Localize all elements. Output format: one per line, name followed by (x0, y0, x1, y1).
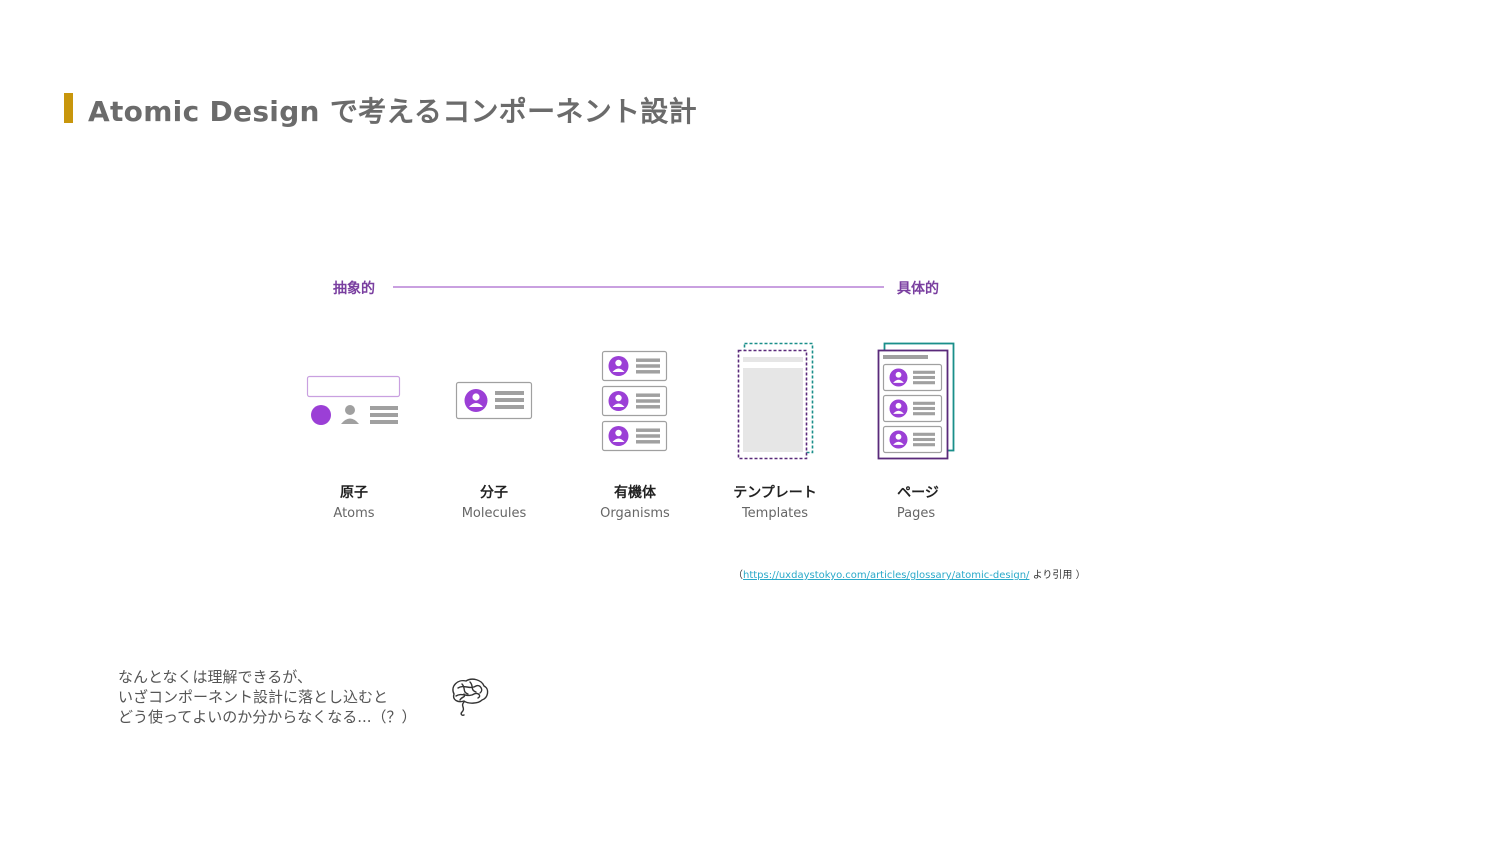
user-card-row (601, 420, 668, 452)
stage-molecules-jp: 分子 (480, 485, 508, 501)
user-card-row (882, 425, 943, 454)
user-card-row (601, 350, 668, 382)
stage-atoms-en: Atoms (333, 506, 375, 521)
abstraction-axis-line (393, 286, 884, 288)
stage-pages-jp: ページ (897, 485, 939, 501)
atoms-icon (306, 375, 401, 425)
confused-brain-icon (452, 678, 489, 716)
user-card-row (882, 363, 943, 392)
stage-templates-en: Templates (741, 506, 809, 521)
stage-molecules-en: Molecules (461, 506, 527, 521)
comment-line-2: いざコンポーネント設計に落とし込むと (118, 688, 389, 706)
axis-concrete-label: 具体的 (897, 281, 939, 297)
stage-organisms-en: Organisms (600, 506, 670, 521)
citation: （https://uxdaystokyo.com/articles/glossa… (733, 566, 1086, 581)
templates-icon (737, 342, 814, 460)
stage-atoms-jp: 原子 (340, 485, 368, 501)
citation-link[interactable]: https://uxdaystokyo.com/articles/glossar… (743, 570, 1029, 581)
citation-suffix: より引用 ） (1032, 570, 1086, 581)
stage-organisms-jp: 有機体 (614, 485, 656, 501)
pages-icon (877, 342, 955, 460)
page-title: Atomic Design で考えるコンポーネント設計 (88, 95, 697, 128)
molecules-icon (455, 381, 533, 420)
axis-abstract-label: 抽象的 (333, 281, 375, 297)
comment-text: なんとなくは理解できるが、 いざコンポーネント設計に落とし込むと どう使ってよい… (118, 667, 417, 727)
stage-pages-en: Pages (896, 506, 936, 521)
user-card-row (882, 394, 943, 423)
citation-open: （ (733, 570, 743, 581)
comment-line-3: どう使ってよいのか分からなくなる...（？） (118, 708, 417, 726)
stage-templates-jp: テンプレート (733, 485, 817, 501)
user-card-row (601, 385, 668, 417)
title-accent-bar (64, 93, 73, 123)
organisms-icon (601, 350, 668, 452)
comment-line-1: なんとなくは理解できるが、 (118, 668, 312, 686)
